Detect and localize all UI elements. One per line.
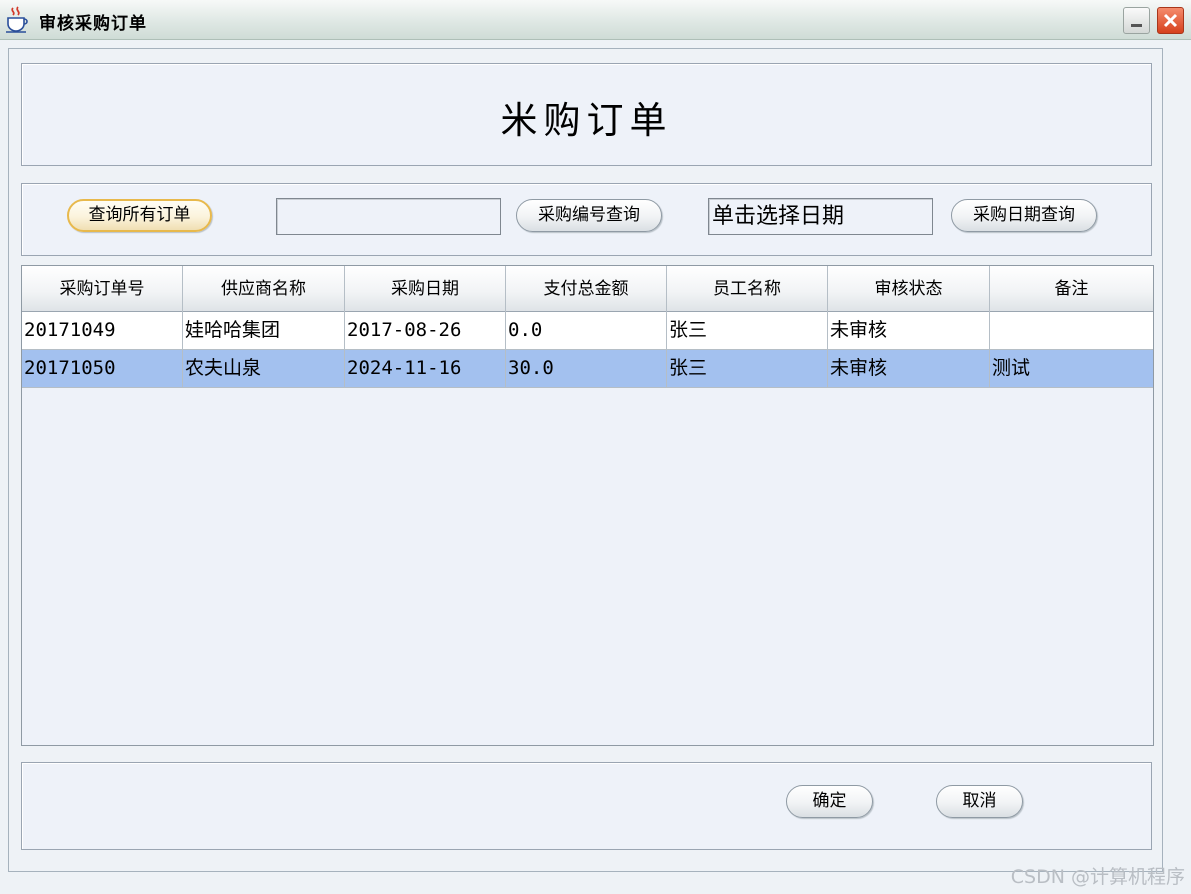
table-cell[interactable] [990,312,1153,350]
java-cup-icon [6,6,28,33]
query-all-orders-button[interactable]: 查询所有订单 [67,199,212,232]
column-header[interactable]: 供应商名称 [183,266,345,312]
column-header[interactable]: 支付总金额 [506,266,667,312]
title-bar: 审核采购订单 [0,0,1191,40]
cancel-button[interactable]: 取消 [936,785,1023,818]
date-picker-input[interactable]: 单击选择日期 [708,198,933,235]
table-cell[interactable]: 20171050 [22,350,183,388]
table-header: 采购订单号 供应商名称 采购日期 支付总金额 员工名称 审核状态 备注 [22,266,1153,312]
table-cell[interactable]: 未审核 [828,312,990,350]
table-cell[interactable]: 20171049 [22,312,183,350]
table-row[interactable]: 20171049 娃哈哈集团 2017-08-26 0.0 张三 未审核 [22,312,1153,350]
order-number-input[interactable] [276,198,501,235]
table-row-selected[interactable]: 20171050 农夫山泉 2024-11-16 30.0 张三 未审核 测试 [22,350,1153,388]
date-query-button[interactable]: 采购日期查询 [951,199,1097,232]
column-header[interactable]: 采购日期 [345,266,506,312]
table-cell[interactable]: 0.0 [506,312,667,350]
table-cell[interactable]: 2017-08-26 [345,312,506,350]
table-cell[interactable]: 2024-11-16 [345,350,506,388]
close-icon[interactable] [1157,7,1184,34]
page-title: 米购订单 [500,99,673,142]
table-cell[interactable]: 测试 [990,350,1153,388]
column-header[interactable]: 员工名称 [667,266,828,312]
minimize-icon[interactable] [1123,7,1150,34]
watermark: CSDN @计算机程序 [1010,866,1185,888]
table-cell[interactable]: 张三 [667,350,828,388]
header-panel: 米购订单 [21,63,1152,166]
column-header[interactable]: 采购订单号 [22,266,183,312]
column-header[interactable]: 审核状态 [828,266,990,312]
window-title: 审核采购订单 [39,14,147,34]
order-number-query-button[interactable]: 采购编号查询 [516,199,662,232]
confirm-button[interactable]: 确定 [786,785,873,818]
column-header[interactable]: 备注 [990,266,1153,312]
table-cell[interactable]: 30.0 [506,350,667,388]
orders-table: 采购订单号 供应商名称 采购日期 支付总金额 员工名称 审核状态 备注 2017… [21,265,1154,746]
table-cell[interactable]: 农夫山泉 [183,350,345,388]
table-cell[interactable]: 张三 [667,312,828,350]
table-cell[interactable]: 娃哈哈集团 [183,312,345,350]
table-cell[interactable]: 未审核 [828,350,990,388]
